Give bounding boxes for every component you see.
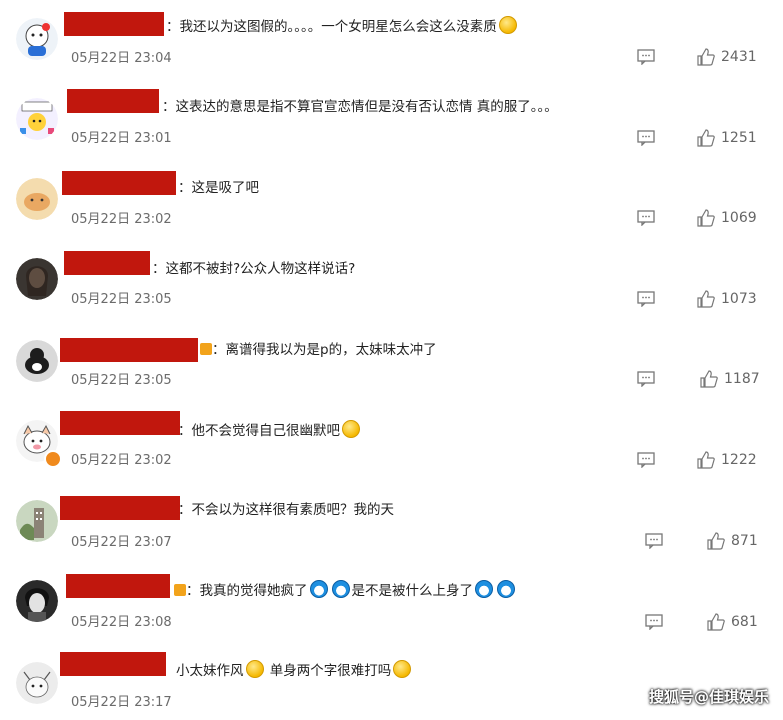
like-count: 1222 [721,452,757,468]
comment-text: ：这表达的意思是指不算官宣恋情但是没有否认恋情 真的服了。。。 [162,99,558,115]
redacted-username [62,171,176,195]
sweat-emoji-icon [393,660,412,678]
comment-item: 小太妹作风 单身两个字很难打吗 05月22日 23:17 [0,640,783,720]
like-button[interactable]: 1187 [700,370,760,388]
comment-item: ：他不会觉得自己很幽默吧 05月22日 23:02 1222 [0,400,783,480]
comment-time: 05月22日 23:08 [71,615,172,630]
like-count: 1073 [721,291,757,307]
reply-icon[interactable] [637,452,655,469]
reply-icon[interactable] [637,130,655,147]
redacted-username [60,411,180,435]
crown-icon [174,584,186,596]
avatar[interactable] [16,580,58,622]
redacted-username [64,12,164,36]
crown-icon [200,343,212,355]
comment-item: ：我真的觉得她疯了 是不是被什么上身了 05月22日 23:08 681 [0,560,783,640]
thumbs-up-icon [697,48,715,66]
thumbs-up-icon [707,532,725,550]
reply-icon[interactable] [637,371,655,388]
comment-time: 05月22日 23:02 [71,212,172,227]
comment-item: ：这是吸了吧 05月22日 23:02 1069 [0,160,783,240]
like-count: 871 [731,533,758,549]
comment-time: 05月22日 23:17 [71,695,172,710]
comment-text: ：我还以为这图假的。。。。一个女明星怎么会这么没素质 [166,16,519,37]
redacted-username [60,338,198,362]
comment-text: ：离谱得我以为是p的，太妹味太冲了 [198,340,437,360]
comment-text: ：不会以为这样很有素质吧？我的天 [178,502,394,518]
like-count: 1187 [724,371,760,387]
comment-text: ：这都不被封?公众人物这样说话? [152,261,356,277]
comment-time: 05月22日 23:04 [71,51,172,66]
like-button[interactable]: 1073 [697,290,757,308]
avatar[interactable] [16,258,58,300]
comment-time: 05月22日 23:01 [71,131,172,146]
emoji-icon [498,16,517,34]
like-count: 1251 [721,130,757,146]
avatar[interactable] [16,340,58,382]
like-button[interactable]: 1222 [697,451,757,469]
doraemon-emoji-icon [309,580,328,598]
reply-icon[interactable] [637,49,655,66]
redacted-username [60,496,180,520]
doraemon-emoji-icon [475,580,493,598]
thumbs-up-icon [697,451,715,469]
thumbs-up-icon [697,129,715,147]
comment-item: ：这表达的意思是指不算官宣恋情但是没有否认恋情 真的服了。。。 05月22日 2… [0,80,783,160]
comment-time: 05月22日 23:05 [71,373,172,388]
thumbs-up-icon [697,209,715,227]
comment-text: ：他不会觉得自己很幽默吧 [178,420,362,441]
redacted-username [67,89,159,113]
reply-icon[interactable] [645,614,663,631]
watermark: 搜狐号@佳琪娱乐 [648,688,769,706]
like-count: 681 [731,614,758,630]
like-button[interactable]: 1069 [697,209,757,227]
like-button[interactable]: 2431 [697,48,757,66]
comment-text: ：我真的觉得她疯了 是不是被什么上身了 [172,580,517,601]
comment-item: ：离谱得我以为是p的，太妹味太冲了 05月22日 23:05 1187 [0,320,783,400]
avatar[interactable] [16,662,58,704]
comment-time: 05月22日 23:05 [71,292,172,307]
comment-time: 05月22日 23:07 [71,535,172,550]
thumbs-up-icon [707,613,725,631]
reply-icon[interactable] [637,210,655,227]
like-button[interactable]: 871 [707,532,758,550]
redacted-username [64,251,150,275]
like-button[interactable]: 1251 [697,129,757,147]
comment-text: 小太妹作风 单身两个字很难打吗 [176,660,413,681]
doraemon-emoji-icon [331,580,350,598]
reply-icon[interactable] [645,533,663,550]
comment-item: ：这都不被封?公众人物这样说话? 05月22日 23:05 1073 [0,240,783,320]
avatar[interactable] [16,98,58,140]
thumbs-up-icon [700,370,718,388]
like-button[interactable]: 681 [707,613,758,631]
redacted-username [66,574,170,598]
reply-icon[interactable] [637,291,655,308]
verified-badge-icon [44,450,62,468]
thumbs-up-icon [697,290,715,308]
redacted-username [60,652,166,676]
like-count: 2431 [721,49,757,65]
avatar[interactable] [16,500,58,542]
like-count: 1069 [721,210,757,226]
comment-item: ：我还以为这图假的。。。。一个女明星怎么会这么没素质 05月22日 23:04 … [0,0,783,80]
sweat-emoji-icon [245,660,264,678]
comment-text: ：这是吸了吧 [178,180,259,196]
avatar[interactable] [16,178,58,220]
laughing-emoji-icon [342,420,360,438]
comment-time: 05月22日 23:02 [71,453,172,468]
avatar[interactable] [16,18,58,60]
doraemon-emoji-icon [497,580,515,598]
comment-item: ：不会以为这样很有素质吧？我的天 05月22日 23:07 871 [0,480,783,560]
